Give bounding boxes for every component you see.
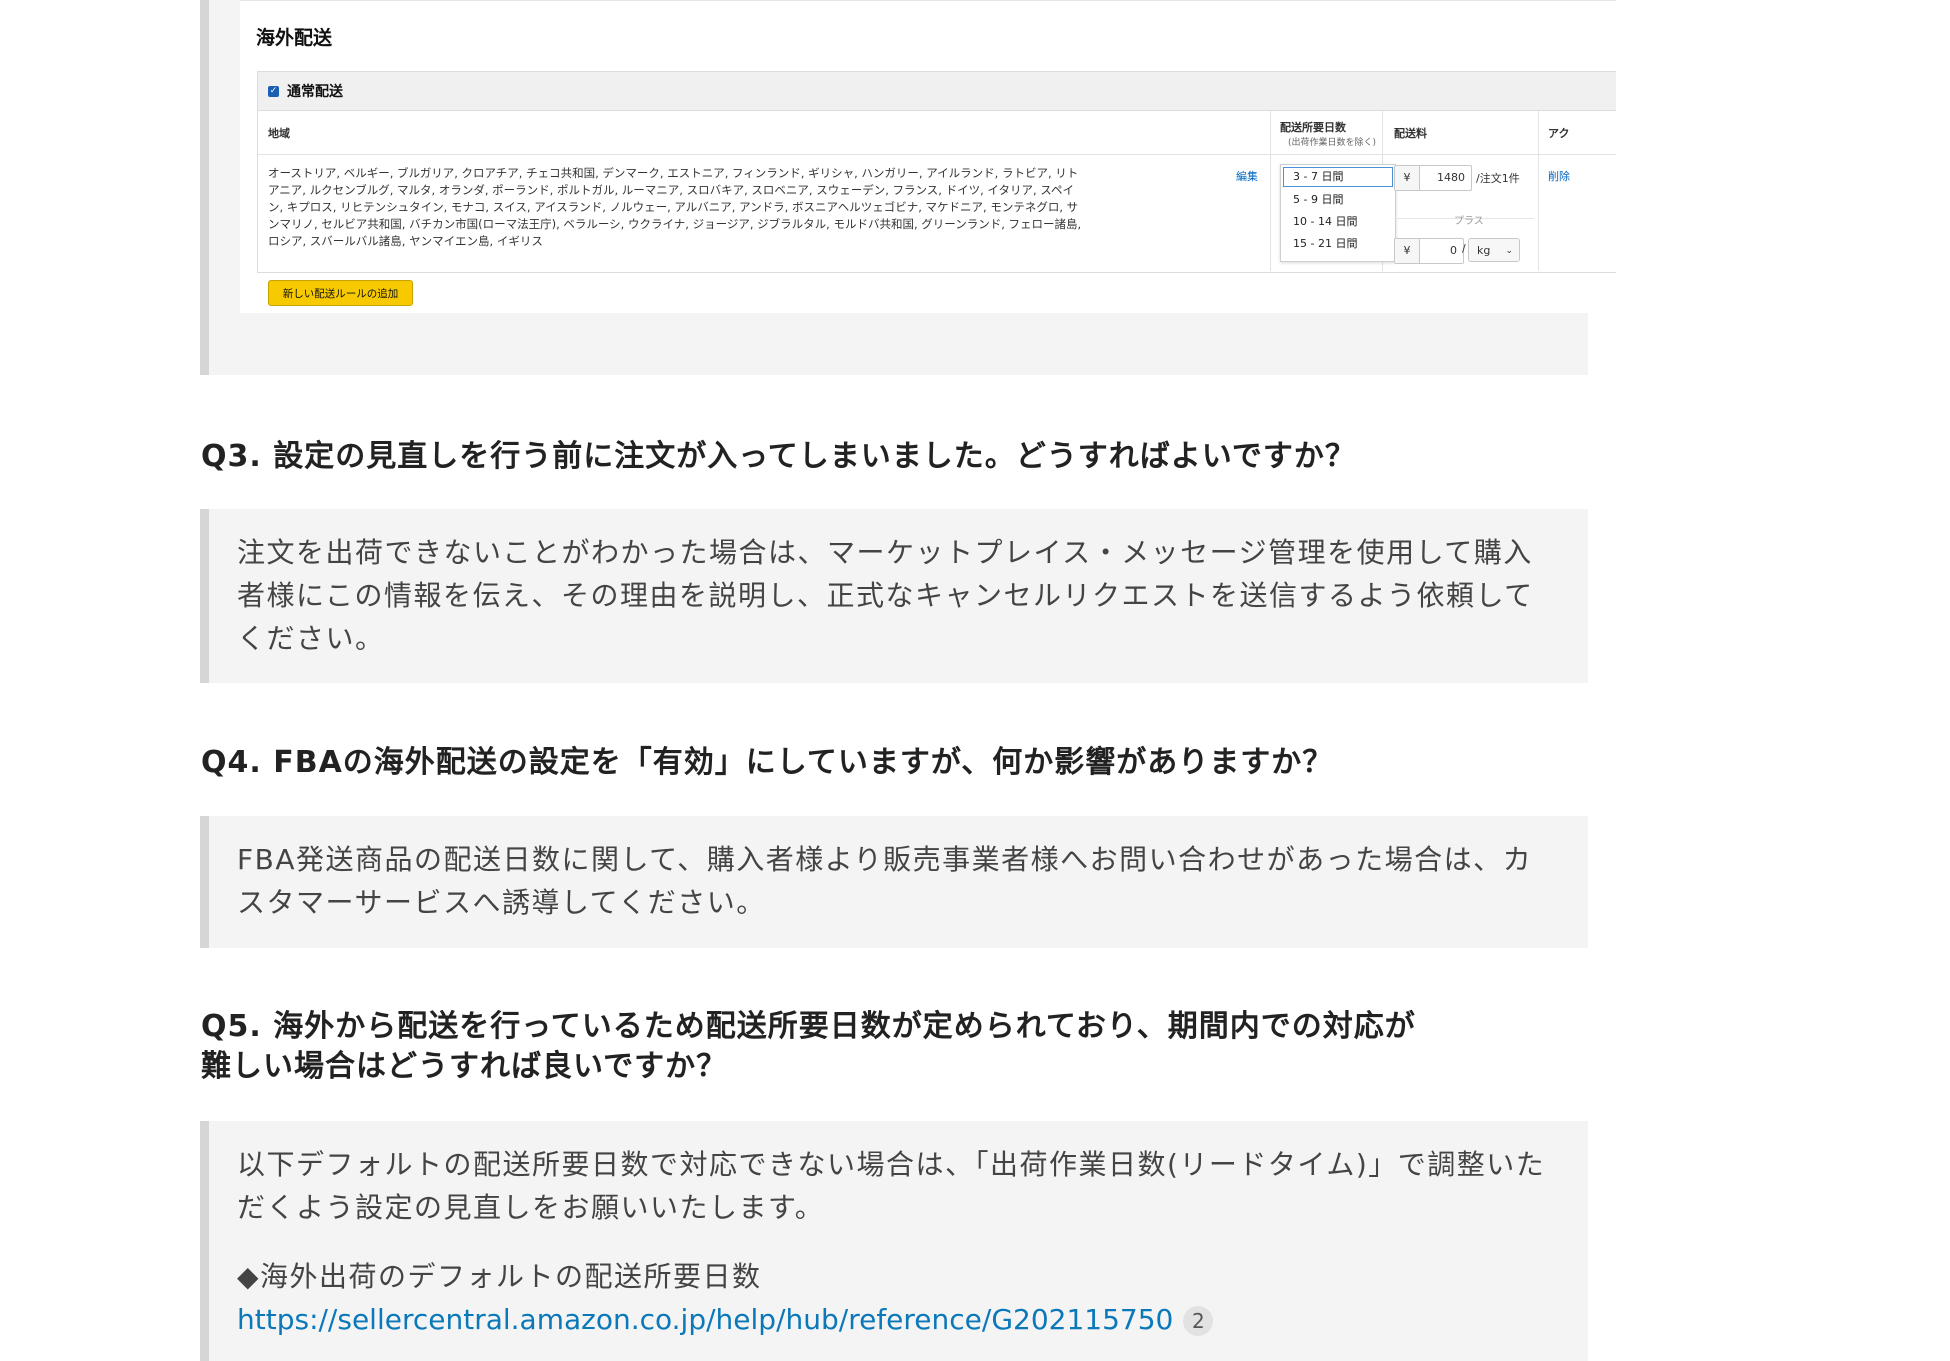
yen-icon: ¥ [1395, 239, 1420, 263]
faq-answer-heading: ◆海外出荷のデフォルトの配送所要日数 [237, 1260, 762, 1293]
faq-answer-text: 以下デフォルトの配送所要日数で対応できない場合は、「出荷作業日数(リードタイム)… [237, 1148, 1546, 1224]
divider [1270, 111, 1271, 271]
faq-answer-text: 注文を出荷できないことがわかった場合は、マーケットプレイス・メッセージ管理を使用… [237, 536, 1534, 655]
add-shipping-rule-button[interactable]: 新しい配送ルールの追加 [268, 280, 413, 306]
shipping-panel: ✓ 通常配送 地域 配送所要日数 (出荷作業日数を除く) 配送料 アク オースト… [257, 71, 1616, 273]
faq-answer-text: FBA発送商品の配送日数に関して、購入者様より販売事業者様へお問い合わせがあった… [237, 843, 1533, 919]
delete-link[interactable]: 削除 [1548, 168, 1570, 184]
faq-answer-q3: 注文を出荷できないことがわかった場合は、マーケットプレイス・メッセージ管理を使用… [200, 509, 1588, 683]
day-option[interactable]: 3 - 7 日間 [1283, 167, 1393, 187]
column-region: 地域 [268, 127, 290, 140]
standard-shipping-header: ✓ 通常配送 [258, 72, 1616, 111]
shipping-days-listbox[interactable]: 3 - 7 日間 5 - 9 日間 10 - 14 日間 15 - 21 日間 [1280, 164, 1396, 262]
screenshot-title: 海外配送 [256, 27, 333, 49]
weight-unit-value: kg [1477, 244, 1491, 257]
faq-answer-q5: 以下デフォルトの配送所要日数で対応できない場合は、「出荷作業日数(リードタイム)… [200, 1121, 1588, 1361]
fee-per-weight-input[interactable]: ¥ 0 [1394, 238, 1464, 264]
faq-question-line: Q5. 海外から配送を行っているため配送所要日数が定められており、期間内での対応… [201, 1009, 1416, 1044]
link-count-badge: 2 [1183, 1306, 1214, 1336]
checkbox-icon[interactable]: ✓ [268, 85, 279, 97]
page: 海外配送 ✓ 通常配送 地域 配送所要日数 (出荷作業日数を除く) 配送料 アク… [0, 0, 1950, 1361]
column-action: アク [1548, 127, 1570, 140]
chevron-down-icon: ⌄ [1505, 246, 1513, 256]
region-list: オーストリア, ベルギー, ブルガリア, クロアチア, チェコ共和国, デンマー… [268, 166, 1082, 248]
fee-per-order-input[interactable]: ¥ 1480 [1394, 165, 1472, 191]
day-option[interactable]: 10 - 14 日間 [1281, 211, 1395, 233]
fee-weight-separator: / [1462, 242, 1466, 255]
help-reference-link[interactable]: https://sellercentral.amazon.co.jp/help/… [237, 1303, 1173, 1336]
divider [1538, 111, 1539, 271]
faq-question-q3: Q3. 設定の見直しを行う前に注文が入ってしまいました。どうすればよいですか？ [201, 439, 1356, 474]
fee-per-order-value: 1480 [1437, 171, 1465, 184]
table-header: 地域 配送所要日数 (出荷作業日数を除く) 配送料 アク [258, 111, 1616, 155]
shipping-settings-screenshot: 海外配送 ✓ 通常配送 地域 配送所要日数 (出荷作業日数を除く) 配送料 アク… [240, 0, 1616, 313]
weight-unit-select[interactable]: kg ⌄ [1468, 238, 1520, 262]
plus-label: プラス [1454, 216, 1484, 227]
faq-question-q4: Q4. FBAの海外配送の設定を「有効」にしていますが、何か影響がありますか？ [201, 745, 1334, 780]
faq-answer-q4: FBA発送商品の配送日数に関して、購入者様より販売事業者様へお問い合わせがあった… [200, 816, 1588, 948]
day-option[interactable]: 15 - 21 日間 [1281, 233, 1395, 255]
column-fee: 配送料 [1394, 127, 1427, 140]
faq-question-q5: Q5. 海外から配送を行っているため配送所要日数が定められており、期間内での対応… [201, 1007, 1591, 1087]
day-option[interactable]: 5 - 9 日間 [1281, 189, 1395, 211]
edit-link[interactable]: 編集 [1236, 168, 1258, 184]
fee-per-order-unit: /注文1件 [1476, 172, 1520, 185]
faq-link-row: https://sellercentral.amazon.co.jp/help/… [237, 1298, 1560, 1341]
column-days-subtitle: (出荷作業日数を除く) [1288, 138, 1377, 148]
faq-question-line: 難しい場合はどうすれば良いですか？ [201, 1049, 728, 1084]
column-days: 配送所要日数 [1280, 121, 1346, 134]
screenshot-container: 海外配送 ✓ 通常配送 地域 配送所要日数 (出荷作業日数を除く) 配送料 アク… [200, 0, 1616, 375]
fee-per-weight-value: 0 [1450, 244, 1457, 257]
yen-icon: ¥ [1395, 166, 1420, 190]
standard-shipping-label: 通常配送 [287, 84, 343, 100]
